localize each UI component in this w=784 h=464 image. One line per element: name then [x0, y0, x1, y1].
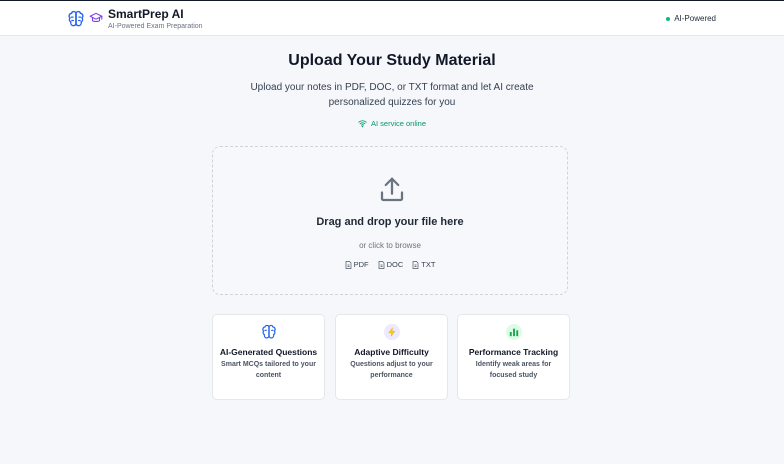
bar-chart-icon: [506, 324, 522, 340]
feature-description: Identify weak areas for focused study: [475, 361, 552, 379]
file-icon: [345, 260, 351, 269]
browse-link[interactable]: or click to browse: [213, 241, 567, 250]
page-subtitle: Upload your notes in PDF, DOC, or TXT fo…: [250, 82, 534, 108]
brain-icon: [261, 324, 277, 340]
feature-card-content: Performance Tracking Identify weak areas…: [464, 346, 563, 381]
format-pdf: PDF: [345, 260, 369, 269]
format-label: PDF: [353, 260, 369, 269]
format-txt: TXT: [412, 260, 435, 269]
supported-formats: PDF DOC TXT: [213, 260, 567, 269]
format-label: DOC: [386, 260, 404, 269]
feature-title: Adaptive Difficulty: [354, 347, 429, 357]
feature-card-content: Adaptive Difficulty Questions adjust to …: [342, 346, 441, 381]
file-dropzone[interactable]: Drag and drop your file here or click to…: [212, 146, 568, 295]
service-status: AI service online: [0, 119, 784, 128]
app-header: SmartPrep AI AI-Powered Exam Preparation…: [0, 1, 784, 36]
page-title: Upload Your Study Material: [288, 52, 496, 69]
status-label: AI-Powered: [674, 14, 716, 23]
upload-icon: [380, 177, 404, 202]
brain-icon: [68, 10, 84, 27]
feature-description: Smart MCQs tailored to your content: [221, 361, 316, 379]
feature-card-adaptive-difficulty: Adaptive Difficulty Questions adjust to …: [335, 314, 448, 400]
app-name: SmartPrep AI: [108, 7, 184, 21]
dropzone-title: Drag and drop your file here: [316, 216, 464, 228]
ai-status-indicator: AI-Powered: [666, 14, 716, 23]
feature-title: Performance Tracking: [468, 347, 559, 357]
wifi-icon: [358, 120, 367, 128]
feature-description: Questions adjust to your performance: [350, 361, 433, 379]
format-label: TXT: [421, 260, 436, 269]
file-icon: [412, 260, 419, 269]
feature-card-performance-tracking: Performance Tracking Identify weak areas…: [457, 314, 570, 400]
graduation-cap-icon: [89, 12, 103, 23]
feature-title: AI-Generated Questions: [219, 347, 318, 357]
feature-card-ai-questions: AI-Generated Questions Smart MCQs tailor…: [212, 314, 325, 400]
lightning-icon: [384, 324, 400, 340]
file-icon: [378, 260, 384, 269]
status-dot-icon: [666, 16, 671, 21]
format-doc: DOC: [378, 260, 404, 269]
brand-block: SmartPrep AI AI-Powered Exam Preparation: [108, 7, 203, 32]
app-tagline: AI-Powered Exam Preparation: [108, 23, 203, 30]
service-status-label: AI service online: [370, 119, 427, 128]
feature-card-content: AI-Generated Questions Smart MCQs tailor…: [219, 346, 318, 381]
